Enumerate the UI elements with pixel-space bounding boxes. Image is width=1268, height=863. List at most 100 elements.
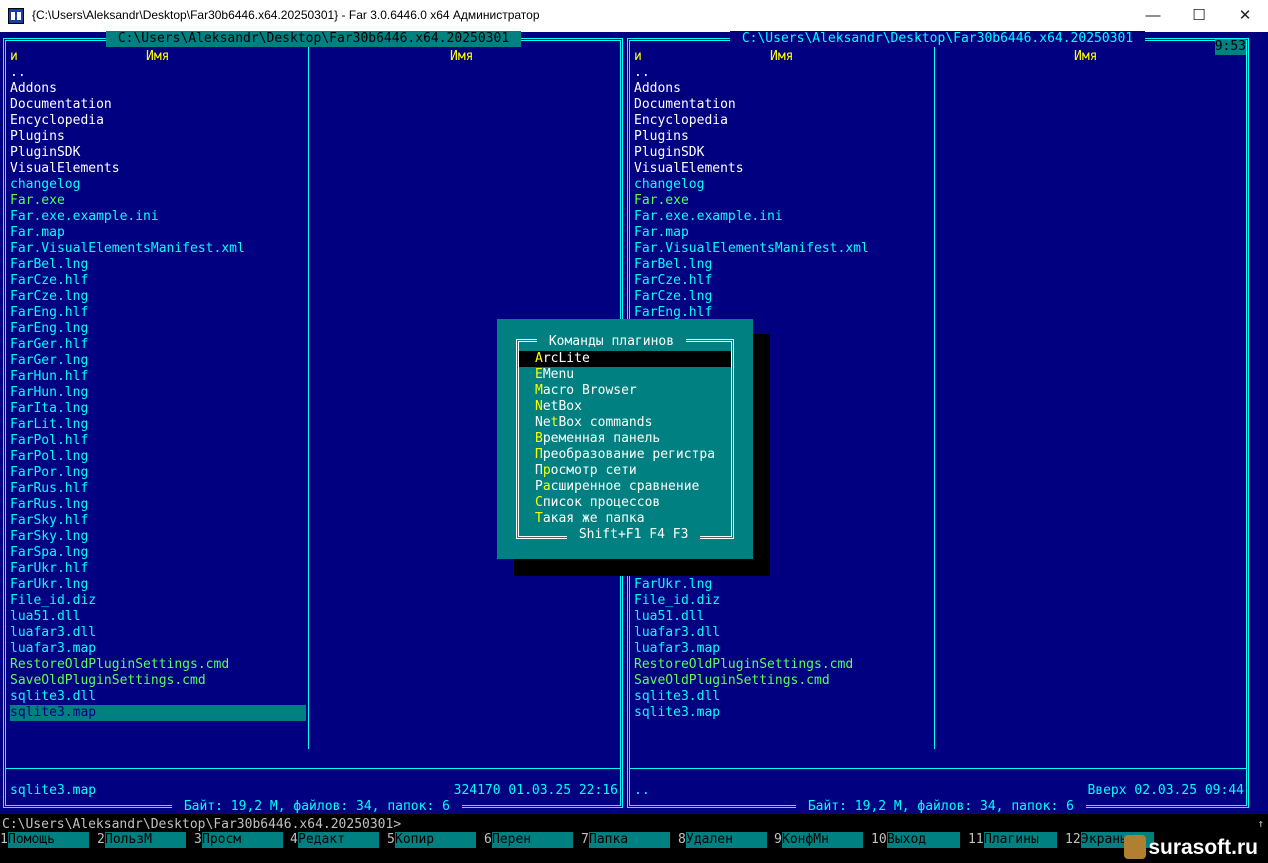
left-file-list[interactable]: .. Addons Documentation Encyclopedia Plugins… bbox=[10, 65, 306, 721]
file-entry[interactable]: PluginSDK bbox=[10, 145, 306, 161]
file-entry[interactable]: FarCze.lng bbox=[10, 289, 306, 305]
column-header-name[interactable]: Имя bbox=[146, 49, 169, 65]
file-entry[interactable]: .. bbox=[634, 65, 930, 81]
file-entry[interactable]: .. bbox=[10, 65, 306, 81]
plugin-menu-item[interactable]: ArcLite bbox=[519, 351, 731, 367]
file-entry[interactable]: Far.exe.example.ini bbox=[634, 209, 930, 225]
file-entry[interactable]: Far.VisualElementsManifest.xml bbox=[634, 241, 930, 257]
close-button[interactable]: ✕ bbox=[1222, 0, 1268, 32]
file-entry[interactable]: FarPor.lng bbox=[10, 465, 306, 481]
file-entry[interactable]: sqlite3.dll bbox=[10, 689, 306, 705]
file-entry[interactable]: FarIta.lng bbox=[10, 401, 306, 417]
plugin-menu-item[interactable]: Временная панель bbox=[519, 431, 731, 447]
file-entry[interactable]: Documentation bbox=[10, 97, 306, 113]
file-entry[interactable]: File_id.diz bbox=[634, 593, 930, 609]
file-entry[interactable]: Addons bbox=[634, 81, 930, 97]
file-entry[interactable]: luafar3.map bbox=[10, 641, 306, 657]
column-header-name-2[interactable]: Имя bbox=[1074, 49, 1097, 65]
file-entry[interactable]: FarCze.hlf bbox=[10, 273, 306, 289]
file-entry[interactable]: Encyclopedia bbox=[634, 113, 930, 129]
plugin-menu-item[interactable]: Расширенное сравнение bbox=[519, 479, 731, 495]
sort-mark[interactable]: и bbox=[10, 49, 18, 65]
plugin-menu-list[interactable]: ArcLite EMenu Macro Browser NetBox NetBox co… bbox=[519, 351, 731, 527]
file-entry[interactable]: Far.exe bbox=[634, 193, 930, 209]
plugin-menu-item[interactable]: Просмотр сети bbox=[519, 463, 731, 479]
file-entry[interactable]: luafar3.dll bbox=[10, 625, 306, 641]
file-entry[interactable]: FarLit.lng bbox=[10, 417, 306, 433]
plugin-menu-item[interactable]: Преобразование регистра bbox=[519, 447, 731, 463]
file-entry[interactable]: changelog bbox=[10, 177, 306, 193]
file-entry[interactable]: FarPol.hlf bbox=[10, 433, 306, 449]
file-entry[interactable]: FarRus.hlf bbox=[10, 481, 306, 497]
fkey-11[interactable]: 11 Плагины bbox=[968, 832, 1065, 848]
fkey-2[interactable]: 2 ПользМ bbox=[97, 832, 194, 848]
file-entry[interactable]: FarUkr.hlf bbox=[10, 561, 306, 577]
file-entry[interactable]: FarGer.hlf bbox=[10, 337, 306, 353]
file-entry[interactable]: FarUkr.lng bbox=[10, 577, 306, 593]
right-file-list-continued[interactable]: FarUkr.hlfFarUkr.lngFile_id.dizlua51.dll… bbox=[634, 561, 930, 721]
file-entry[interactable]: Far.exe.example.ini bbox=[10, 209, 306, 225]
fkey-10[interactable]: 10 Выход bbox=[871, 832, 968, 848]
sort-mark[interactable]: и bbox=[634, 49, 642, 65]
file-entry[interactable]: FarBel.lng bbox=[634, 257, 930, 273]
file-entry[interactable]: lua51.dll bbox=[634, 609, 930, 625]
file-entry[interactable]: Far.map bbox=[634, 225, 930, 241]
fkey-8[interactable]: 8 Удален bbox=[678, 832, 775, 848]
plugin-menu-item[interactable]: Macro Browser bbox=[519, 383, 731, 399]
file-entry[interactable]: Documentation bbox=[634, 97, 930, 113]
file-entry[interactable]: luafar3.dll bbox=[634, 625, 930, 641]
file-entry[interactable]: Far.VisualElementsManifest.xml bbox=[10, 241, 306, 257]
file-entry[interactable]: changelog bbox=[634, 177, 930, 193]
fkey-4[interactable]: 4 Редакт bbox=[290, 832, 387, 848]
command-line[interactable]: C:\Users\Aleksandr\Desktop\Far30b6446.x6… bbox=[2, 817, 1268, 833]
file-entry[interactable]: Far.map bbox=[10, 225, 306, 241]
file-entry[interactable]: Plugins bbox=[634, 129, 930, 145]
file-entry[interactable]: FarBel.lng bbox=[10, 257, 306, 273]
maximize-button[interactable]: ☐ bbox=[1176, 0, 1222, 32]
file-entry[interactable]: Encyclopedia bbox=[10, 113, 306, 129]
file-entry[interactable]: FarRus.lng bbox=[10, 497, 306, 513]
file-entry[interactable]: Far.exe bbox=[10, 193, 306, 209]
file-entry[interactable]: SaveOldPluginSettings.cmd bbox=[10, 673, 306, 689]
file-entry[interactable]: VisualElements bbox=[634, 161, 930, 177]
file-entry[interactable]: FarCze.hlf bbox=[634, 273, 930, 289]
file-entry[interactable]: FarPol.lng bbox=[10, 449, 306, 465]
far-app-icon[interactable] bbox=[8, 8, 24, 24]
file-entry[interactable]: PluginSDK bbox=[634, 145, 930, 161]
fkey-3[interactable]: 3 Просм bbox=[194, 832, 291, 848]
file-entry[interactable]: Plugins bbox=[10, 129, 306, 145]
file-entry[interactable]: FarHun.hlf bbox=[10, 369, 306, 385]
scroll-up-icon[interactable]: ↑ bbox=[1257, 816, 1264, 832]
plugin-menu-item[interactable]: NetBox bbox=[519, 399, 731, 415]
file-entry[interactable]: RestoreOldPluginSettings.cmd bbox=[634, 657, 930, 673]
file-entry[interactable]: FarSky.lng bbox=[10, 529, 306, 545]
file-entry[interactable]: FarEng.hlf bbox=[10, 305, 306, 321]
file-entry[interactable]: FarGer.lng bbox=[10, 353, 306, 369]
left-panel-path[interactable]: C:\Users\Aleksandr\Desktop\Far30b6446.x6… bbox=[106, 31, 521, 47]
fkey-6[interactable]: 6 Перен bbox=[484, 832, 581, 848]
file-entry[interactable]: SaveOldPluginSettings.cmd bbox=[634, 673, 930, 689]
column-header-name[interactable]: Имя bbox=[770, 49, 793, 65]
fkey-9[interactable]: 9 КонфМн bbox=[774, 832, 871, 848]
file-entry[interactable]: sqlite3.dll bbox=[634, 689, 930, 705]
file-entry[interactable]: FarSpa.lng bbox=[10, 545, 306, 561]
fkey-5[interactable]: 5 Копир bbox=[387, 832, 484, 848]
fkey-7[interactable]: 7 Папка bbox=[581, 832, 678, 848]
right-panel-path[interactable]: C:\Users\Aleksandr\Desktop\Far30b6446.x6… bbox=[730, 31, 1145, 47]
plugin-commands-dialog[interactable]: Команды плагинов ArcLite EMenu Macro Brows… bbox=[497, 319, 753, 559]
file-entry[interactable]: FarCze.lng bbox=[634, 289, 930, 305]
function-key-bar[interactable]: 1 Помощь 2 ПользМ 3 Просм 4 Редакт 5 Копир 6 Перен 7… bbox=[0, 832, 1268, 848]
file-entry[interactable]: Addons bbox=[10, 81, 306, 97]
plugin-menu-item[interactable]: Список процессов bbox=[519, 495, 731, 511]
minimize-button[interactable]: — bbox=[1130, 0, 1176, 32]
fkey-1[interactable]: 1 Помощь bbox=[0, 832, 97, 848]
file-entry[interactable]: lua51.dll bbox=[10, 609, 306, 625]
file-entry[interactable]: File_id.diz bbox=[10, 593, 306, 609]
file-entry[interactable]: RestoreOldPluginSettings.cmd bbox=[10, 657, 306, 673]
file-entry[interactable]: luafar3.map bbox=[634, 641, 930, 657]
plugin-menu-item[interactable]: NetBox commands bbox=[519, 415, 731, 431]
right-file-list[interactable]: .. Addons Documentation Encyclopedia Plugins… bbox=[634, 65, 930, 321]
column-header-name-2[interactable]: Имя bbox=[450, 49, 473, 65]
file-entry[interactable]: sqlite3.map bbox=[10, 705, 306, 721]
file-entry[interactable]: sqlite3.map bbox=[634, 705, 930, 721]
